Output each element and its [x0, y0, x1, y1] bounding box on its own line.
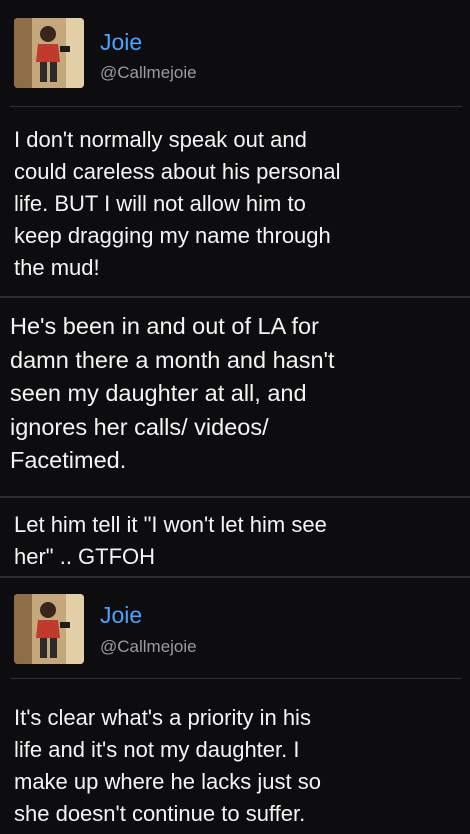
tweet-text: It's clear what's a priority in his life… [14, 705, 321, 826]
avatar[interactable] [14, 18, 84, 88]
profile-photo-icon [14, 18, 84, 88]
header-divider [10, 678, 462, 679]
tweet-card-1[interactable]: Joie @Callmejoie I don't normally speak … [0, 0, 470, 296]
header-divider [10, 106, 462, 107]
avatar[interactable] [14, 594, 84, 664]
tweet-card-3[interactable]: Let him tell it "I won't let him see her… [0, 498, 470, 576]
tweet-text: Let him tell it "I won't let him see her… [14, 512, 327, 569]
tweet-card-4[interactable]: Joie @Callmejoie It's clear what's a pri… [0, 578, 470, 834]
tweet-text: I don't normally speak out and could car… [14, 127, 341, 280]
author-handle[interactable]: @Callmejoie [100, 638, 197, 655]
author-name[interactable]: Joie [100, 31, 142, 54]
tweet-text: He's been in and out of LA for damn ther… [10, 313, 335, 473]
profile-photo-icon [14, 594, 84, 664]
author-name[interactable]: Joie [100, 604, 142, 627]
tweet-card-2[interactable]: He's been in and out of LA for damn ther… [0, 298, 470, 496]
author-handle[interactable]: @Callmejoie [100, 64, 197, 81]
